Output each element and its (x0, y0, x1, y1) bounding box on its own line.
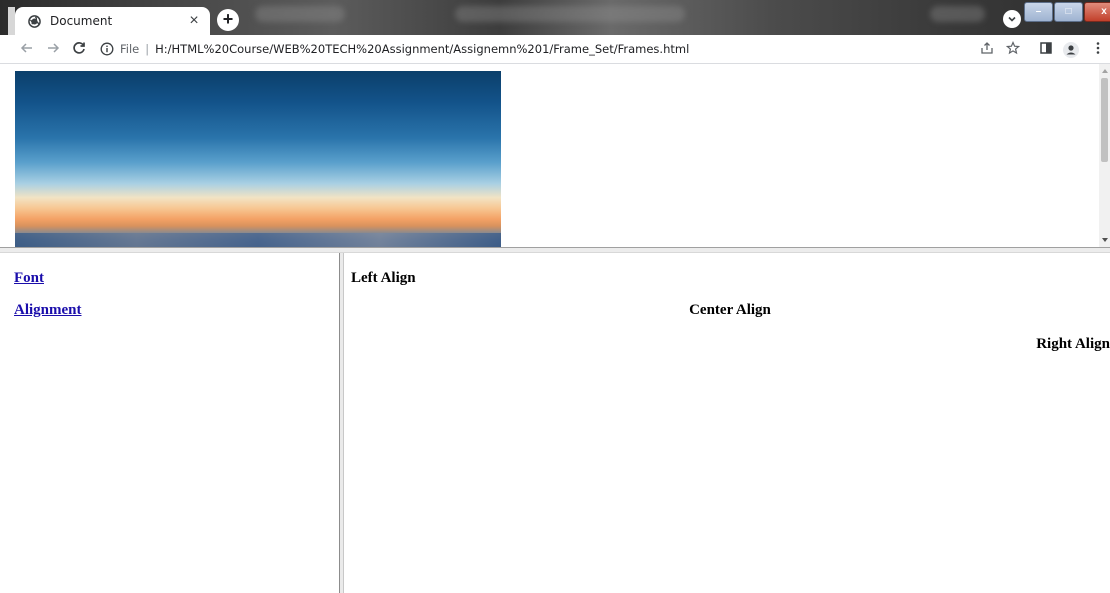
maximize-icon[interactable]: □ (1054, 2, 1083, 22)
active-tab[interactable]: Document × (15, 7, 210, 35)
window-close-icon[interactable]: x (1084, 2, 1110, 22)
sunset-sky-image (15, 71, 501, 247)
info-icon[interactable] (100, 42, 114, 56)
font-link[interactable]: Font (14, 270, 44, 287)
blurred-tab-hint (255, 6, 345, 22)
center-align-text: Center Align (689, 302, 771, 318)
top-frame-scrollbar[interactable] (1099, 64, 1110, 247)
left-frame: Font Alignment (0, 253, 339, 593)
forward-arrow-icon[interactable] (44, 40, 62, 58)
globe-icon (27, 14, 41, 28)
left-align-text: Left Align (351, 270, 416, 286)
right-frame: Left Align Center Align Right Align (344, 253, 1110, 593)
back-arrow-icon[interactable] (18, 40, 36, 58)
kebab-menu-icon[interactable] (1090, 41, 1106, 57)
blurred-tab-hint (930, 6, 985, 22)
previous-tab-edge[interactable] (8, 7, 15, 35)
share-icon[interactable] (979, 41, 995, 57)
address-url[interactable]: H:/HTML%20Course/WEB%20TECH%20Assignment… (155, 42, 689, 56)
reload-icon[interactable] (70, 40, 88, 58)
sea-horizon (15, 233, 501, 247)
address-bar[interactable]: File | H:/HTML%20Course/WEB%20TECH%20Ass… (100, 39, 689, 59)
tab-title: Document (50, 14, 113, 28)
new-tab-button[interactable]: + (217, 9, 239, 31)
top-frame (0, 64, 1110, 247)
scrollbar-thumb[interactable] (1101, 78, 1108, 162)
star-icon[interactable] (1005, 40, 1021, 57)
minimize-icon[interactable]: – (1024, 2, 1053, 22)
browser-titlebar: Document × + – □ x (0, 0, 1110, 35)
window-controls: – □ x (1024, 2, 1110, 22)
address-separator: | (145, 42, 150, 56)
profile-icon[interactable] (1062, 41, 1079, 58)
scroll-down-icon[interactable] (1102, 238, 1108, 242)
browser-toolbar: File | H:/HTML%20Course/WEB%20TECH%20Ass… (0, 35, 1110, 64)
blurred-tab-hint (455, 6, 685, 22)
close-icon[interactable]: × (186, 13, 202, 29)
address-scheme-label: File (120, 42, 140, 56)
side-panel-icon[interactable] (1038, 41, 1054, 57)
chevron-down-icon[interactable] (1003, 10, 1021, 28)
alignment-link[interactable]: Alignment (14, 302, 82, 319)
right-align-text: Right Align (1036, 336, 1110, 352)
scroll-up-icon[interactable] (1102, 69, 1108, 73)
